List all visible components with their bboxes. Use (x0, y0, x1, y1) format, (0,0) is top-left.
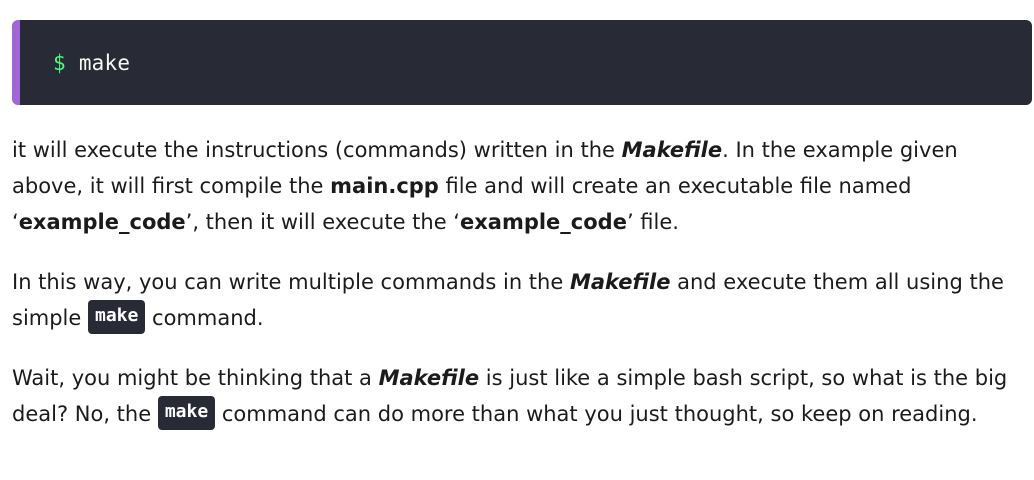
p1-text-5: ’ file. (626, 210, 679, 234)
inline-code-make: make (157, 396, 216, 430)
p1-text-1: it will execute the instructions (comman… (12, 138, 622, 162)
prose-section: it will execute the instructions (comman… (12, 132, 1032, 432)
p1-main-cpp: main.cpp (330, 174, 439, 198)
inline-code-make: make (88, 300, 146, 334)
p3-makefile-emphasis: Makefile (378, 366, 480, 390)
p2-text-3: command. (145, 306, 264, 330)
shell-command: make (78, 50, 131, 75)
p1-text-4: ’, then it will execute the ‘ (185, 210, 460, 234)
p1-makefile-emphasis: Makefile (621, 138, 723, 162)
p2-text-1: In this way, you can write multiple comm… (12, 270, 570, 294)
paragraph-bash-comparison: Wait, you might be thinking that a Makef… (12, 360, 1032, 432)
article-content: $ make it will execute the instructions … (0, 0, 1034, 480)
p1-example-code-1: example_code (18, 210, 186, 234)
p1-example-code-2: example_code (459, 210, 627, 234)
shell-prompt: $ (53, 50, 66, 75)
terminal-code-block[interactable]: $ make (12, 20, 1032, 105)
paragraph-multiple-commands: In this way, you can write multiple comm… (12, 264, 1032, 336)
p2-makefile-emphasis: Makefile (569, 270, 671, 294)
p3-text-3: command can do more than what you just t… (215, 402, 978, 426)
p3-text-1: Wait, you might be thinking that a (12, 366, 379, 390)
paragraph-make-execution: it will execute the instructions (comman… (12, 132, 1032, 240)
